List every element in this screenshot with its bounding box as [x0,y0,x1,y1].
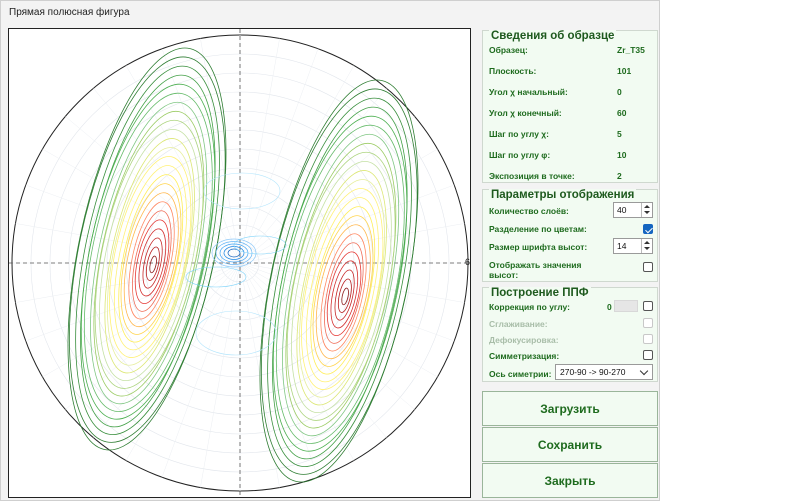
title-bar: Прямая полюсная фигура [1,1,659,25]
right-lobe [259,79,419,483]
defocus-label: Дефокусировка: [489,335,559,345]
grid-radial [239,38,280,264]
contour-level [106,147,193,366]
save-button[interactable]: Сохранить [482,427,658,462]
contour-level [138,228,167,297]
smoothing-checkbox[interactable] [643,318,653,328]
display-params-title: Параметры отображения [489,189,637,201]
symmetry-axis-select[interactable]: 270-90 -> 90-270 [555,364,653,380]
angle-correction-input[interactable] [614,300,638,312]
sample-name-value: Zr_T35 [617,45,645,55]
angle-correction-checkbox[interactable] [643,301,653,311]
spin-arrows-icon[interactable] [641,239,652,253]
contour-level [330,260,359,329]
height-font-size-spinbox[interactable]: 14 [613,238,653,254]
chi-end-label: Угол χ конечный: [489,108,562,118]
chi-step-label: Шаг по углу χ: [489,129,550,139]
grid-radial [239,184,455,264]
spin-arrows-icon[interactable] [641,203,652,217]
plane-value: 101 [617,66,632,76]
show-heights-label: Отображать значения [489,260,582,270]
load-button[interactable]: Загрузить [482,391,658,426]
phi-step-value: 10 [617,150,627,160]
symmetry-axis-value[interactable]: 270-90 -> 90-270 [560,367,625,377]
contour-level [120,183,182,335]
sample-info-title: Сведения об образце [489,30,617,42]
close-button[interactable]: Закрыть [482,463,658,498]
symmetrization-label: Симметризация: [489,351,560,361]
ppf-group: Построение ППФ Коррекция по углу: 0 Сгла… [482,287,658,382]
show-heights-checkbox[interactable] [643,262,653,272]
symmetrization-checkbox[interactable] [643,350,653,360]
contour-level [145,246,160,281]
chi-step-value: 5 [617,129,622,139]
grid-radial [200,262,241,488]
layers-count-spinbox[interactable]: 40 [613,202,653,218]
chi-start-label: Угол χ начальный: [489,87,568,97]
contour-level [334,269,355,321]
chi-end-value: 60 [617,108,627,118]
contour-level [149,255,157,274]
layers-count-value[interactable]: 40 [617,205,626,215]
chi-axis-label: 60 [465,257,470,267]
ppf-title: Построение ППФ [489,287,591,299]
color-separation-checkbox[interactable] [643,224,653,234]
exposure-label: Экспозиция в точке: [489,171,575,181]
angle-correction-value: 0 [607,302,612,312]
display-params-group: Параметры отображения Количество слоёв: … [482,189,658,282]
grid-radial [161,262,241,478]
pole-figure-plot: 60 [8,28,471,498]
window-title: Прямая полюсная фигура [9,7,130,18]
grid-radial [239,48,319,264]
height-font-size-value[interactable]: 14 [617,241,626,251]
grid-radial [239,262,455,342]
center-contour [195,310,277,356]
phi-step-label: Шаг по углу φ: [489,150,551,160]
main-window: Прямая полюсная фигура 60 Сведения об об… [0,0,660,501]
defocus-checkbox[interactable] [643,334,653,344]
layers-count-label: Количество слоёв: [489,206,569,216]
sample-name-label: Образец: [489,45,528,55]
height-font-size-label: Размер шрифта высот: [489,242,588,252]
pole-figure-canvas: 60 [9,29,470,497]
contour-level [94,119,204,389]
plane-label: Плоскость: [489,66,537,76]
exposure-value: 2 [617,171,622,181]
sample-info-group: Сведения об образце Образец: Zr_T35 Плос… [482,30,658,183]
color-separation-label: Разделение по цветам: [489,224,587,234]
smoothing-label: Сглаживание: [489,319,548,329]
symmetry-axis-label: Ось симетрии: [489,369,552,379]
angle-correction-label: Коррекция по углу: [489,302,570,312]
chi-start-value: 0 [617,87,622,97]
contour-level [285,142,397,429]
show-heights-label-line2: высот: [489,270,519,280]
chevron-down-icon[interactable] [639,366,649,376]
